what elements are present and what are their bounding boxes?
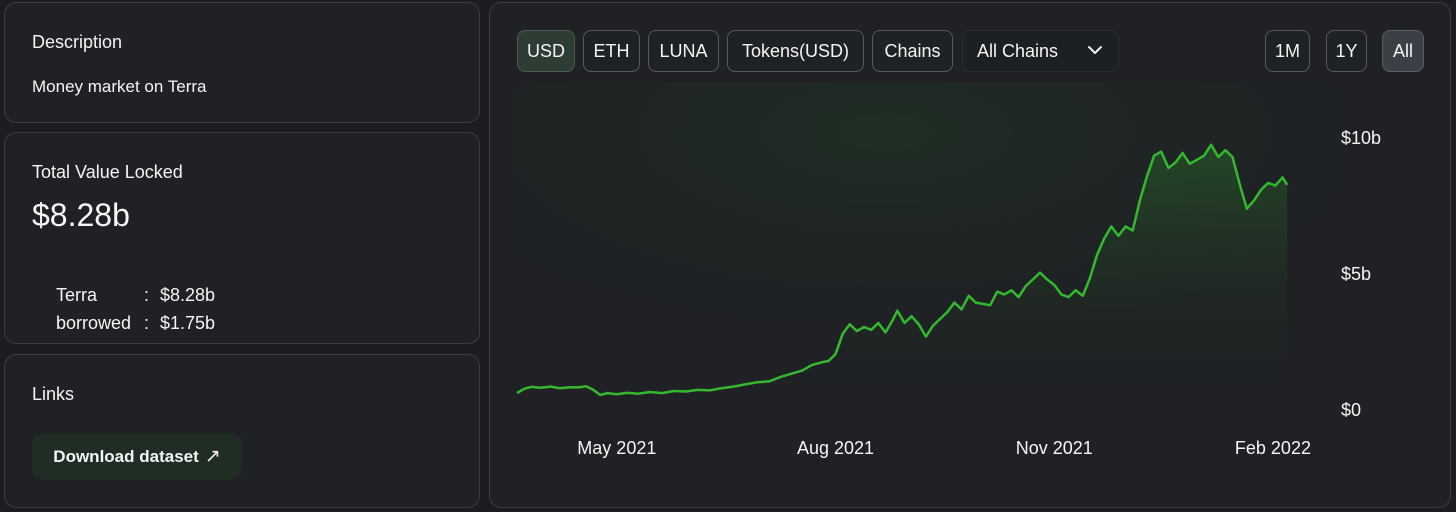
x-tick-label: Nov 2021 [1016, 438, 1093, 458]
links-title: Links [32, 384, 75, 404]
tvl-row-key: borrowed [56, 313, 132, 333]
x-tick-label: Aug 2021 [797, 438, 874, 458]
tvl-breakdown-row: borrowed: $1.75b [36, 292, 215, 355]
x-tick-label: Feb 2022 [1235, 438, 1311, 458]
tvl-row-value: $1.75b [160, 313, 216, 333]
chart-card: USD ETH LUNA Tokens(USD) Chains All Chai… [489, 2, 1451, 508]
download-dataset-button[interactable]: Download dataset ↗ [32, 433, 242, 480]
description-text: Money market on Terra [32, 77, 207, 96]
tvl-card: Total Value Locked $8.28b Terra: $8.28b b… [4, 132, 480, 344]
tvl-chart: $0 $5b $10b May 2021 Aug 2021 Nov 2021 Feb 20… [516, 83, 1381, 458]
tvl-title: Total Value Locked [32, 162, 183, 182]
x-tick-label: May 2021 [577, 438, 656, 458]
tvl-value: $8.28b [32, 197, 130, 233]
external-link-icon: ↗ [204, 446, 221, 467]
links-card: Links Download dataset ↗ [4, 354, 480, 508]
download-dataset-label: Download dataset [53, 446, 199, 466]
y-tick-label: $5b [1341, 264, 1371, 284]
y-tick-label: $10b [1341, 128, 1381, 148]
tvl-row-separator: : [144, 313, 150, 333]
description-title: Description [32, 32, 123, 52]
y-tick-label: $0 [1341, 400, 1361, 420]
description-card: Description Money market on Terra [4, 2, 480, 123]
